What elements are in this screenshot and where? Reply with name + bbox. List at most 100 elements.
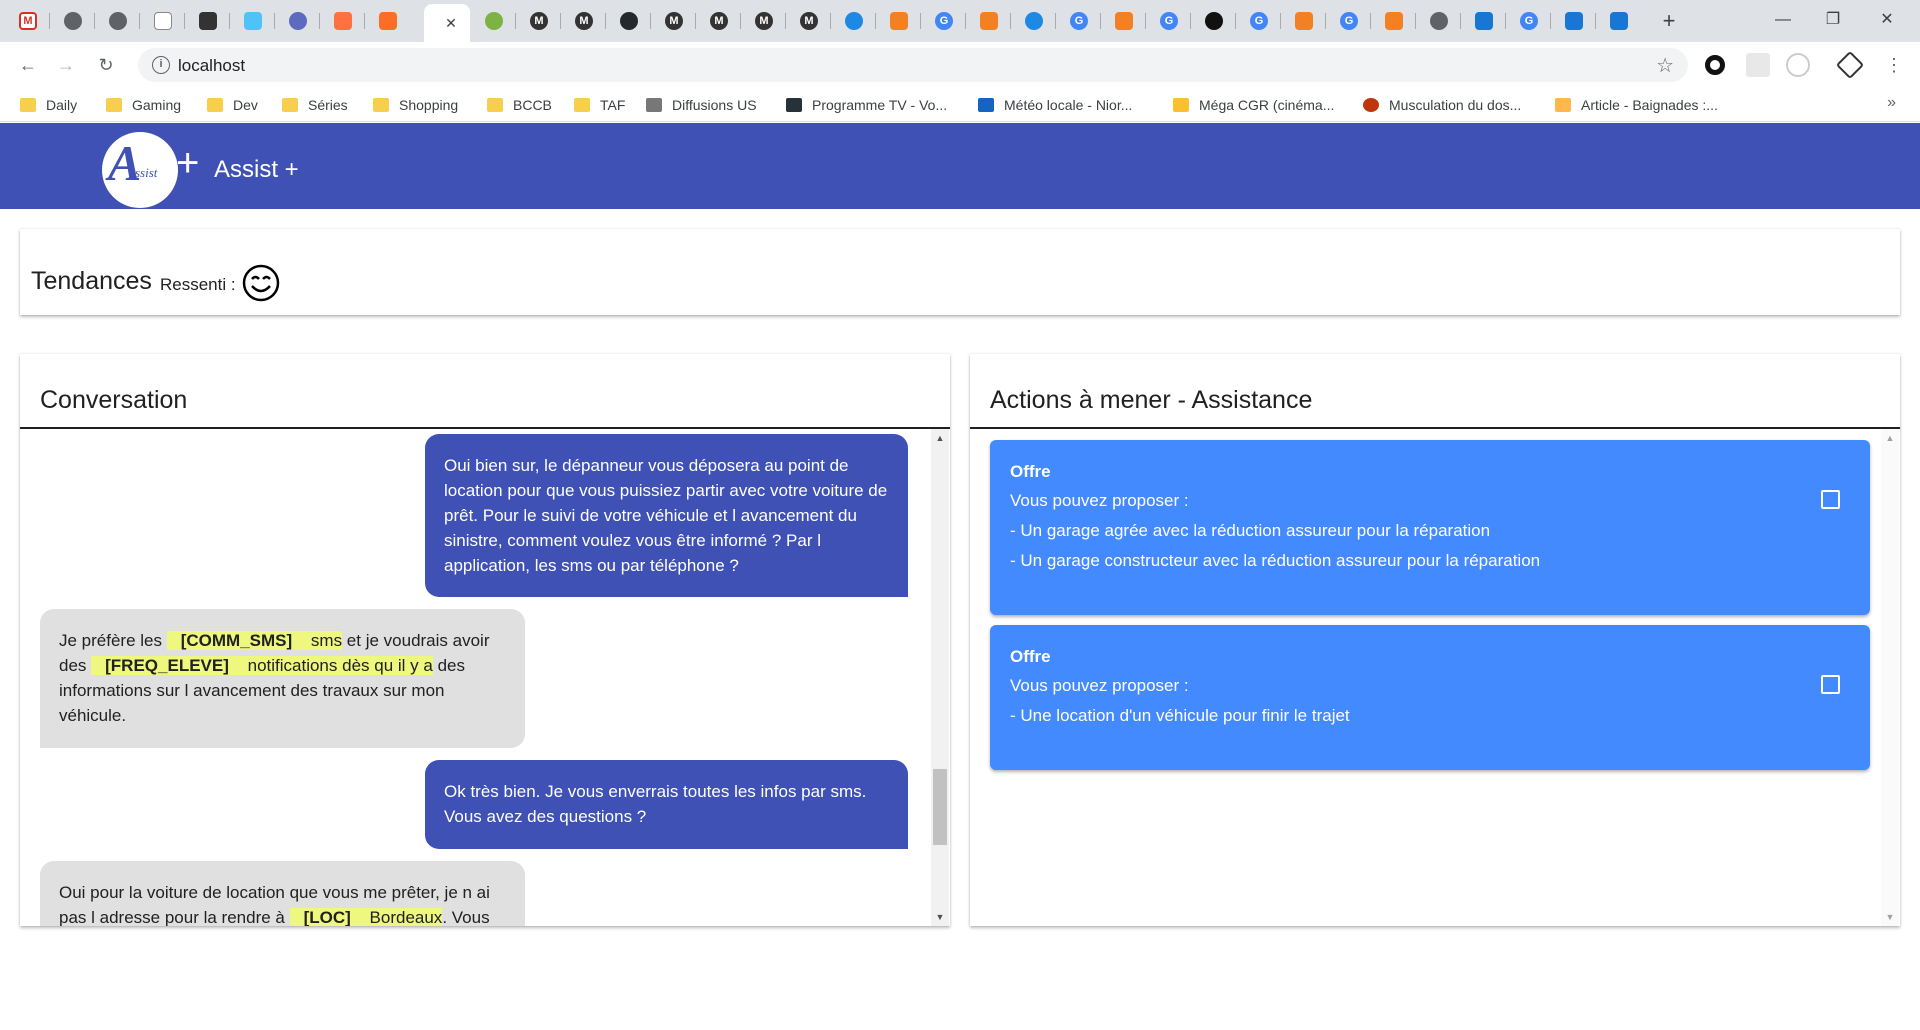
scroll-up-arrow-icon[interactable]: ▲ — [931, 429, 949, 447]
tab-google-6[interactable]: G — [1507, 6, 1551, 36]
github-icon — [620, 12, 638, 30]
tab-image[interactable] — [186, 6, 230, 36]
tab-stack-3[interactable] — [1102, 6, 1146, 36]
app-logo: A ssist — [102, 132, 178, 208]
bookmark-diffusions-us[interactable]: Diffusions US — [646, 95, 757, 115]
tab-gear[interactable] — [276, 6, 320, 36]
tab-github[interactable] — [607, 6, 651, 36]
bookmark-series[interactable]: Séries — [282, 95, 348, 115]
bookmark-dev[interactable]: Dev — [207, 95, 258, 115]
tab-wave-1[interactable] — [832, 6, 876, 36]
m-circle-icon: M — [755, 12, 773, 30]
forward-arrow-icon[interactable]: → — [52, 51, 80, 79]
tab-wave-2[interactable] — [1012, 6, 1056, 36]
tab-m-6[interactable]: M — [787, 6, 831, 36]
stackoverflow-icon — [890, 12, 908, 30]
extension-ring-icon[interactable] — [1705, 55, 1725, 75]
restore-button[interactable]: ❐ — [1810, 6, 1856, 34]
logo-text: ssist — [135, 165, 158, 180]
url-text[interactable]: localhost — [178, 56, 245, 76]
grid-icon — [646, 98, 662, 112]
stackoverflow-icon — [1115, 12, 1133, 30]
extension-circle-icon[interactable] — [1786, 53, 1810, 77]
conversation-scroll-area[interactable]: Oui bien sur, le dépanneur vous déposera… — [20, 429, 950, 926]
bookmark-musculation[interactable]: Musculation du dos... — [1363, 95, 1521, 115]
bookmark-taf[interactable]: TAF — [574, 95, 625, 115]
bookmark-label: TAF — [600, 97, 626, 113]
close-tab-icon[interactable]: ✕ — [445, 15, 457, 32]
tab-stack-5[interactable] — [1372, 6, 1416, 36]
bookmark-gaming[interactable]: Gaming — [106, 95, 181, 115]
tab-google-3[interactable]: G — [1147, 6, 1191, 36]
new-tab-button[interactable]: + — [1656, 8, 1682, 34]
tab-m-1[interactable]: M — [517, 6, 561, 36]
close-window-button[interactable]: ✕ — [1864, 6, 1910, 34]
globe-icon — [109, 12, 127, 30]
back-arrow-icon[interactable]: ← — [14, 51, 42, 79]
tab-green[interactable] — [472, 6, 516, 36]
tab-gitlab[interactable] — [366, 6, 410, 36]
highlight: [LOC] Bordeaux — [289, 908, 443, 926]
tab-stack-4[interactable] — [1282, 6, 1326, 36]
scroll-down-arrow-icon[interactable]: ▼ — [1881, 908, 1899, 926]
globe-icon — [64, 12, 82, 30]
scroll-up-arrow-icon[interactable]: ▲ — [1881, 429, 1899, 447]
tab-active-localhost[interactable]: ✕ — [424, 4, 470, 42]
address-bar[interactable]: i localhost ☆ — [138, 48, 1688, 82]
offer-checkbox[interactable] — [1821, 675, 1840, 694]
dark-circle-icon — [1205, 12, 1223, 30]
offer-checkbox[interactable] — [1821, 490, 1840, 509]
trends-card: Tendances Ressenti : — [20, 229, 1900, 315]
bookmark-label: Dev — [233, 97, 258, 113]
tab-m-5[interactable]: M — [742, 6, 786, 36]
minimize-button[interactable]: — — [1760, 6, 1806, 34]
tab-google-1[interactable]: G — [922, 6, 966, 36]
tab-flag-2[interactable] — [1552, 6, 1596, 36]
m-circle-icon: M — [800, 12, 818, 30]
tab-dark[interactable] — [1192, 6, 1236, 36]
bookmark-bccb[interactable]: BCCB — [487, 95, 552, 115]
conversation-scrollbar[interactable]: ▲ ▼ — [931, 429, 949, 926]
extension-diamond-icon[interactable] — [1835, 50, 1865, 80]
tab-m-2[interactable]: M — [562, 6, 606, 36]
tab-bottle[interactable] — [231, 6, 275, 36]
tab-globe-3[interactable] — [1417, 6, 1461, 36]
bookmark-star-icon[interactable]: ☆ — [1656, 53, 1674, 78]
app-title: Assist + — [214, 156, 299, 183]
bookmark-meteo[interactable]: Météo locale - Nior... — [978, 95, 1132, 115]
folder-icon — [373, 98, 389, 112]
tab-google-5[interactable]: G — [1327, 6, 1371, 36]
tab-m-3[interactable]: M — [652, 6, 696, 36]
extension-grey-icon[interactable] — [1746, 53, 1770, 77]
tab-stack-2[interactable] — [967, 6, 1011, 36]
offer-line: - Un garage agrée avec la réduction assu… — [1010, 521, 1491, 540]
browser-menu-icon[interactable]: ⋮ — [1880, 51, 1908, 79]
bookmark-shopping[interactable]: Shopping — [373, 95, 458, 115]
bookmark-daily[interactable]: Daily — [20, 95, 77, 115]
scrollbar-thumb[interactable] — [933, 769, 947, 845]
entity-tag: [FREQ_ELEVE] — [91, 656, 243, 675]
actions-scrollbar[interactable]: ▲ ▼ — [1881, 429, 1899, 926]
bookmark-label: Diffusions US — [672, 97, 757, 113]
tab-google-2[interactable]: G — [1057, 6, 1101, 36]
reload-icon[interactable]: ↻ — [92, 51, 120, 79]
tab-m-4[interactable]: M — [697, 6, 741, 36]
bookmark-mega-cgr[interactable]: Méga CGR (cinéma... — [1173, 95, 1334, 115]
bookmark-article[interactable]: Article - Baignades :... — [1555, 95, 1718, 115]
tab-fox[interactable] — [321, 6, 365, 36]
tab-page-1[interactable] — [141, 6, 185, 36]
tab-google-4[interactable]: G — [1237, 6, 1281, 36]
offer-title: Offre — [1010, 462, 1051, 481]
bookmarks-overflow-icon[interactable]: » — [1887, 94, 1896, 112]
scroll-down-arrow-icon[interactable]: ▼ — [931, 908, 949, 926]
info-icon[interactable]: i — [152, 56, 170, 74]
tab-globe-1[interactable] — [51, 6, 95, 36]
weather-icon — [978, 98, 994, 112]
tab-globe-2[interactable] — [96, 6, 140, 36]
bookmark-label: Article - Baignades :... — [1581, 97, 1718, 113]
bookmark-programme-tv[interactable]: Programme TV - Vo... — [786, 95, 947, 115]
tab-stack-1[interactable] — [877, 6, 921, 36]
tab-flag-3[interactable] — [1597, 6, 1641, 36]
tab-gmail[interactable]: M — [6, 6, 50, 36]
tab-flag-1[interactable] — [1462, 6, 1506, 36]
